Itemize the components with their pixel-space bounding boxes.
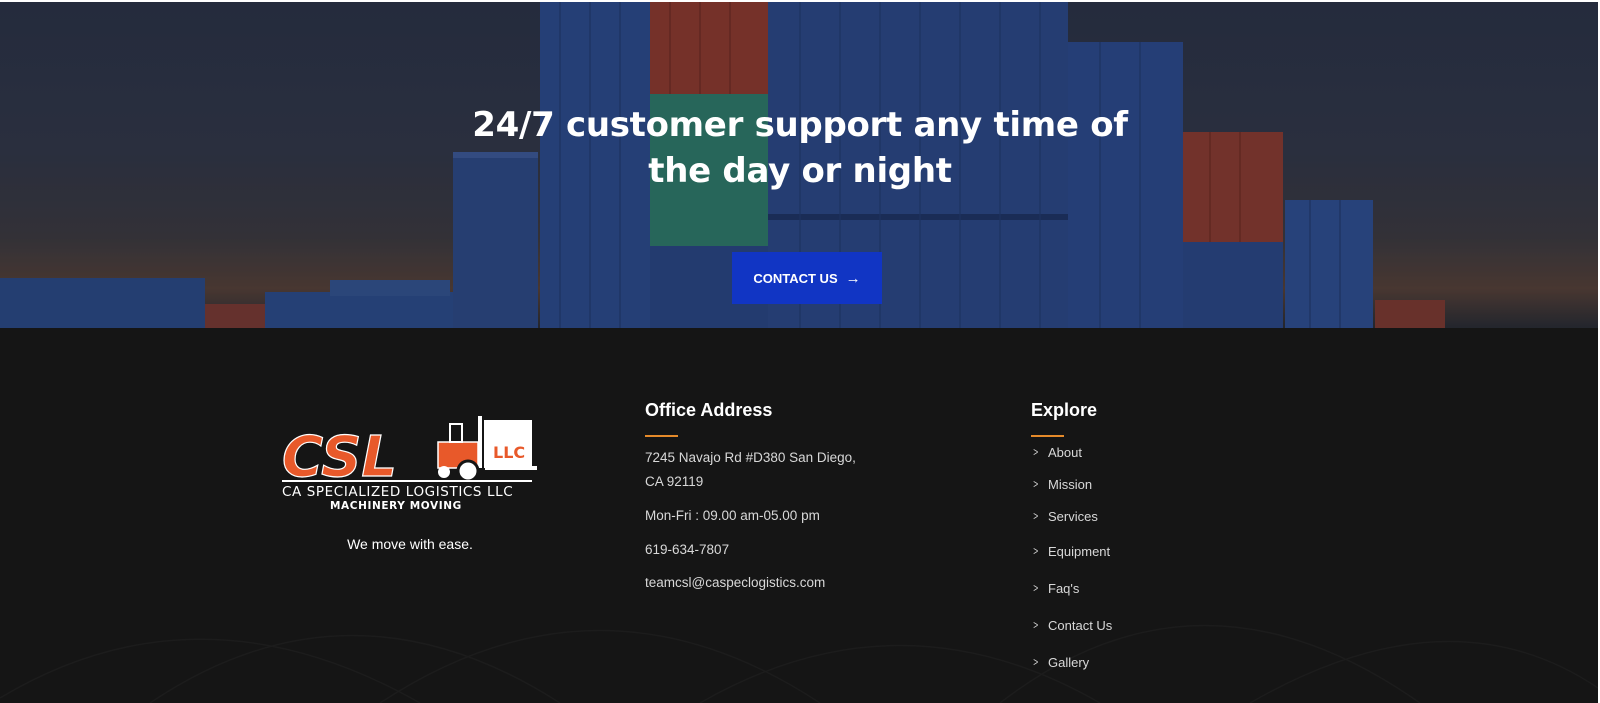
csl-logo-graphic: CSL LLC CA SPECIALIZED LOGISTICS LLC MAC… [281, 416, 537, 512]
explore-link-label: Faq's [1048, 580, 1080, 596]
footer: CSL LLC CA SPECIALIZED LOGISTICS LLC MAC… [0, 328, 1598, 703]
office-heading-underline [645, 435, 678, 437]
chevron-right-icon: > [1033, 618, 1039, 632]
explore-heading: Explore [1031, 400, 1098, 420]
explore-link-label: Mission [1048, 476, 1093, 492]
chevron-right-icon: > [1033, 655, 1039, 669]
explore-link-label: Services [1048, 508, 1098, 524]
hero-title-line-2: the day or night [648, 151, 952, 191]
address-line-2: CA 92119 [645, 474, 704, 489]
contact-us-label: CONTACT US [753, 270, 838, 286]
arrow-right-icon: → [845, 269, 861, 287]
explore-link-about[interactable]: > About [1032, 442, 1082, 462]
explore-link-label: Equipment [1048, 543, 1111, 559]
contact-us-button[interactable]: CONTACT US → [732, 252, 882, 304]
page: 24/7 customer support any time of the da… [0, 0, 1600, 703]
explore-link-label: About [1048, 444, 1082, 460]
explore-link-equipment[interactable]: > Equipment [1032, 541, 1110, 561]
logo-llc-badge: LLC [493, 443, 525, 462]
csl-logo[interactable]: CSL LLC CA SPECIALIZED LOGISTICS LLC MAC… [280, 414, 550, 519]
office-address: 7245 Navajo Rd #D380 San Diego, CA 92119 [645, 446, 856, 494]
explore-link-services[interactable]: > Services [1032, 506, 1098, 526]
logo-company-name: CA SPECIALIZED LOGISTICS LLC [282, 484, 513, 500]
logo-machinery-moving: MACHINERY MOVING [330, 500, 462, 512]
hero-title-line-1: 24/7 customer support any time of [472, 105, 1128, 145]
chevron-right-icon: > [1033, 581, 1039, 595]
explore-link-label: Contact Us [1048, 617, 1113, 633]
explore-link-gallery[interactable]: > Gallery [1032, 652, 1089, 672]
hero-title: 24/7 customer support any time of the da… [440, 102, 1160, 194]
chevron-right-icon: > [1033, 509, 1039, 523]
address-line-1: 7245 Navajo Rd #D380 San Diego, [645, 450, 856, 465]
explore-link-contact-us[interactable]: > Contact Us [1032, 615, 1112, 635]
chevron-right-icon: > [1033, 445, 1039, 459]
chevron-right-icon: > [1033, 477, 1039, 491]
office-hours: Mon-Fri : 09.00 am-05.00 pm [645, 508, 820, 523]
office-email[interactable]: teamcsl@caspeclogistics.com [645, 571, 825, 595]
explore-link-faqs[interactable]: > Faq's [1032, 578, 1079, 598]
explore-heading-underline [1031, 435, 1064, 437]
chevron-right-icon: > [1033, 544, 1039, 558]
explore-link-mission[interactable]: > Mission [1032, 474, 1092, 494]
office-phone[interactable]: 619-634-7807 [645, 538, 729, 562]
brand-tagline: We move with ease. [347, 536, 473, 552]
office-address-heading: Office Address [645, 400, 773, 420]
explore-link-label: Gallery [1048, 654, 1090, 670]
hero-banner: 24/7 customer support any time of the da… [0, 2, 1598, 328]
